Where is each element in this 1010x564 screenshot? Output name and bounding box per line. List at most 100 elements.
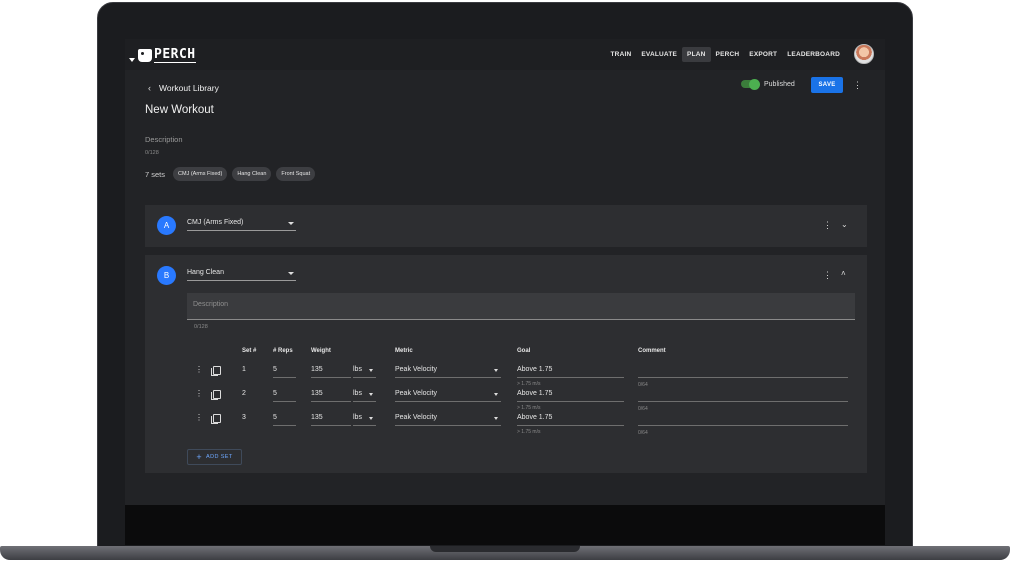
goal-input[interactable]: Above 1.75: [517, 388, 624, 402]
app-screen: PERCH TRAIN EVALUATE PLAN PERCH EXPORT L…: [125, 39, 885, 505]
exercise-select[interactable]: Hang Clean: [187, 267, 296, 281]
copy-icon[interactable]: [211, 414, 221, 424]
set-number: 3: [242, 414, 246, 421]
more-options-icon[interactable]: ⋮: [853, 81, 862, 90]
add-set-label: ADD SET: [206, 454, 233, 460]
dropdown-caret-icon: [369, 393, 373, 396]
nav-item-train[interactable]: TRAIN: [606, 47, 637, 62]
unit-select[interactable]: lbs: [353, 388, 376, 402]
reps-input[interactable]: 5: [273, 388, 296, 402]
unit-select[interactable]: lbs: [353, 364, 376, 378]
comment-input[interactable]: [638, 388, 848, 402]
dropdown-caret-icon: [494, 369, 498, 372]
metric-value: Peak Velocity: [395, 366, 438, 373]
row-options-icon[interactable]: ⋮: [195, 389, 203, 398]
unit-value: lbs: [353, 390, 362, 397]
metric-value: Peak Velocity: [395, 414, 438, 421]
goal-input[interactable]: Above 1.75: [517, 412, 624, 426]
nav-item-perch[interactable]: PERCH: [711, 47, 745, 62]
chevron-down-icon[interactable]: ⌄: [841, 220, 848, 229]
logo-text: PERCH: [154, 46, 196, 63]
dropdown-caret-icon: [288, 222, 294, 225]
back-label: Workout Library: [159, 83, 219, 93]
chip-exercise[interactable]: Hang Clean: [232, 167, 272, 181]
comment-input[interactable]: [638, 364, 848, 378]
add-set-button[interactable]: + ADD SET: [187, 449, 242, 465]
sets-summary: 7 sets CMJ (Arms Fixed) Hang Clean Front…: [145, 167, 316, 181]
column-header-reps: # Reps: [273, 348, 293, 354]
nav-item-leaderboard[interactable]: LEADERBOARD: [782, 47, 845, 62]
logo-caret-icon: [129, 58, 135, 62]
dropdown-caret-icon: [494, 393, 498, 396]
goal-input[interactable]: Above 1.75: [517, 364, 624, 378]
dropdown-caret-icon: [369, 417, 373, 420]
row-options-icon[interactable]: ⋮: [195, 365, 203, 374]
laptop-bezel: [125, 505, 885, 545]
bird-icon: [138, 48, 152, 62]
dropdown-caret-icon: [288, 272, 294, 275]
exercise-select[interactable]: CMJ (Arms Fixed): [187, 217, 296, 231]
column-header-weight: Weight: [311, 348, 331, 354]
exercise-block-b: B Hang Clean ⋮ ˄ Description 0/128 Set #…: [145, 255, 867, 473]
nav-item-export[interactable]: EXPORT: [744, 47, 782, 62]
metric-select[interactable]: Peak Velocity: [395, 364, 501, 378]
save-button[interactable]: SAVE: [811, 77, 843, 93]
chip-exercise[interactable]: Front Squat: [276, 167, 316, 181]
back-to-library-link[interactable]: ‹ Workout Library: [148, 83, 219, 93]
column-header-set: Set #: [242, 348, 257, 354]
perch-logo[interactable]: PERCH: [138, 44, 196, 66]
published-toggle[interactable]: Published: [741, 78, 795, 90]
exercise-select-value: Hang Clean: [187, 269, 224, 276]
main-nav: TRAIN EVALUATE PLAN PERCH EXPORT LEADERB…: [606, 47, 846, 62]
weight-input[interactable]: 135: [311, 388, 351, 402]
chevron-up-icon[interactable]: ˄: [841, 269, 846, 278]
exercise-block-a: A CMJ (Arms Fixed) ⋮ ⌄: [145, 205, 867, 247]
column-header-goal: Goal: [517, 348, 531, 354]
block-description-input[interactable]: Description: [187, 293, 855, 320]
metric-value: Peak Velocity: [395, 390, 438, 397]
exercise-select-value: CMJ (Arms Fixed): [187, 219, 244, 226]
dropdown-caret-icon: [369, 369, 373, 372]
avatar[interactable]: [854, 44, 874, 64]
copy-icon[interactable]: [211, 366, 221, 376]
unit-value: lbs: [353, 366, 362, 373]
nav-item-evaluate[interactable]: EVALUATE: [636, 47, 682, 62]
block-description-count: 0/128: [194, 324, 208, 330]
copy-icon[interactable]: [211, 390, 221, 400]
block-options-icon[interactable]: ⋮: [823, 271, 832, 280]
reps-input[interactable]: 5: [273, 412, 296, 426]
published-label: Published: [764, 80, 795, 88]
metric-select[interactable]: Peak Velocity: [395, 412, 501, 426]
goal-hint: > 1.75 m/s: [517, 405, 541, 411]
block-letter-badge: A: [157, 216, 176, 235]
top-bar: PERCH TRAIN EVALUATE PLAN PERCH EXPORT L…: [125, 39, 885, 70]
metric-select[interactable]: Peak Velocity: [395, 388, 501, 402]
set-number: 2: [242, 390, 246, 397]
comment-count: 0/64: [638, 430, 648, 436]
description-count: 0/128: [145, 150, 159, 156]
set-number: 1: [242, 366, 246, 373]
row-options-icon[interactable]: ⋮: [195, 413, 203, 422]
page-title: New Workout: [145, 104, 214, 116]
unit-value: lbs: [353, 414, 362, 421]
block-letter-badge: B: [157, 266, 176, 285]
chevron-left-icon: ‹: [148, 83, 151, 93]
plus-icon: +: [196, 451, 202, 462]
unit-select[interactable]: lbs: [353, 412, 376, 426]
laptop-notch: [430, 546, 580, 552]
chip-exercise[interactable]: CMJ (Arms Fixed): [173, 167, 228, 181]
goal-hint: > 1.75 m/s: [517, 429, 541, 435]
goal-hint: > 1.75 m/s: [517, 381, 541, 387]
nav-item-plan[interactable]: PLAN: [682, 47, 711, 62]
sets-count: 7 sets: [145, 169, 166, 179]
comment-input[interactable]: [638, 412, 848, 426]
column-header-comment: Comment: [638, 348, 666, 354]
column-header-metric: Metric: [395, 348, 413, 354]
description-label[interactable]: Description: [145, 135, 183, 144]
toggle-switch[interactable]: [741, 78, 760, 90]
weight-input[interactable]: 135: [311, 364, 351, 378]
block-options-icon[interactable]: ⋮: [823, 221, 832, 230]
reps-input[interactable]: 5: [273, 364, 296, 378]
dropdown-caret-icon: [494, 417, 498, 420]
weight-input[interactable]: 135: [311, 412, 351, 426]
